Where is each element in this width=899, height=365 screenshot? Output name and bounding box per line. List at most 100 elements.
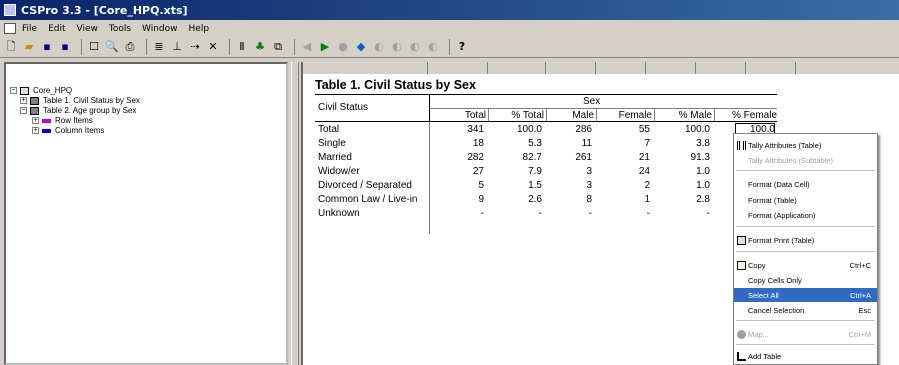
menu-add-table[interactable]: Add Table — [734, 349, 877, 363]
menu-format-table[interactable]: Format (Table) — [734, 193, 877, 207]
new-icon[interactable]: 🗋 — [4, 40, 18, 54]
data-cell[interactable]: - — [546, 208, 592, 219]
view-icon[interactable]: ☐ — [87, 40, 101, 54]
col-header-pct-male: % Male — [678, 110, 712, 121]
data-cell[interactable]: 2.6 — [488, 194, 542, 205]
data-cell[interactable]: 1.0 — [654, 166, 710, 177]
menu-view[interactable]: View — [77, 24, 98, 34]
forward-icon[interactable]: ▶ — [318, 40, 332, 54]
add-table-label: Add Table — [748, 351, 782, 361]
delete-icon[interactable]: ✕ — [206, 40, 220, 54]
chart3-icon[interactable]: ◐ — [408, 40, 422, 54]
data-cell[interactable]: 100.0 — [488, 124, 542, 135]
data-cell[interactable]: - — [429, 208, 484, 219]
menu-window[interactable]: Window — [142, 24, 178, 34]
collapse-icon[interactable]: − — [10, 87, 17, 94]
menu-format-application[interactable]: Format (Application) — [734, 208, 877, 222]
data-cell[interactable]: 8 — [546, 194, 592, 205]
data-cell[interactable]: 261 — [546, 152, 592, 163]
pane-splitter[interactable] — [291, 62, 299, 365]
menu-file[interactable]: File — [22, 24, 37, 34]
data-cell[interactable]: - — [488, 208, 542, 219]
context-menu: Tally Attributes (Table) Tally Attribute… — [733, 133, 878, 365]
map-label: Map... — [748, 329, 769, 339]
col-header-total: Total — [464, 110, 486, 121]
data-cell[interactable]: - — [654, 208, 710, 219]
data-cell[interactable]: 3 — [546, 166, 592, 177]
save-all-icon[interactable]: ▪ — [58, 40, 72, 54]
menu-copy-cells-only[interactable]: Copy Cells Only — [734, 273, 877, 287]
copy-icon[interactable]: ⧉ — [271, 40, 285, 54]
data-cell[interactable]: 100.0 — [654, 124, 710, 135]
back-icon[interactable]: ◀ — [300, 40, 314, 54]
chart1-icon[interactable]: ◐ — [372, 40, 386, 54]
data-cell[interactable]: 21 — [596, 152, 650, 163]
data-cell[interactable]: 1 — [596, 194, 650, 205]
cancel-selection-label: Cancel Selection — [748, 305, 805, 315]
data-cell[interactable]: 341 — [429, 124, 484, 135]
tally-icon[interactable]: Ⅱ — [235, 40, 249, 54]
menu-help[interactable]: Help — [189, 24, 210, 34]
row-label[interactable]: Unknown — [318, 208, 360, 219]
collapse-icon[interactable]: − — [20, 107, 27, 114]
document-icon[interactable] — [4, 23, 16, 34]
menu-format-data-cell[interactable]: Format (Data Cell) — [734, 177, 877, 191]
chart4-icon[interactable]: ◐ — [426, 40, 440, 54]
chart2-icon[interactable]: ◐ — [390, 40, 404, 54]
data-cell[interactable]: 82.7 — [488, 152, 542, 163]
menu-edit[interactable]: Edit — [48, 24, 65, 34]
data-cell[interactable]: 286 — [546, 124, 592, 135]
data-cell[interactable]: 9 — [429, 194, 484, 205]
row-label[interactable]: Common Law / Live-in — [318, 194, 417, 205]
data-cell[interactable]: 1.5 — [488, 180, 542, 191]
data-cell[interactable]: 11 — [546, 138, 592, 149]
data-cell[interactable]: 5 — [429, 180, 484, 191]
menu-format-print-table[interactable]: Format Print (Table) — [734, 233, 877, 247]
toolbar-separator — [449, 39, 450, 55]
row-label[interactable]: Total — [318, 124, 339, 135]
tally-icon — [737, 140, 746, 150]
add-table-icon[interactable]: ⊥ — [170, 40, 184, 54]
row-label[interactable]: Single — [318, 138, 346, 149]
help-icon[interactable]: ? — [455, 40, 469, 54]
tree-icon[interactable]: ≣ — [152, 40, 166, 54]
data-cell[interactable]: 5.3 — [488, 138, 542, 149]
data-cell[interactable]: 1.0 — [654, 180, 710, 191]
menu-select-all[interactable]: Select All Ctrl+A — [734, 288, 877, 302]
print-preview-icon[interactable]: 🔍 — [105, 40, 119, 54]
data-cell[interactable]: 3.8 — [654, 138, 710, 149]
print-icon[interactable]: ⎙ — [123, 40, 137, 54]
data-cell[interactable]: 3 — [546, 180, 592, 191]
menu-tools[interactable]: Tools — [109, 24, 131, 34]
data-cell[interactable]: 2 — [596, 180, 650, 191]
data-cell[interactable]: 2.8 — [654, 194, 710, 205]
map-icon[interactable]: ◆ — [354, 40, 368, 54]
tree-pane[interactable]: − Core_HPQ + Table 1. Civil Status by Se… — [4, 62, 288, 365]
row-label[interactable]: Divorced / Separated — [318, 180, 412, 191]
table-title[interactable]: Table 1. Civil Status by Sex — [315, 78, 476, 92]
expand-icon[interactable]: + — [20, 97, 27, 104]
expand-icon[interactable]: + — [32, 117, 39, 124]
data-cell[interactable]: 7 — [596, 138, 650, 149]
data-cell[interactable]: 24 — [596, 166, 650, 177]
tree-item-column-items[interactable]: + Column Items — [32, 125, 104, 136]
open-icon[interactable]: ▰ — [22, 40, 36, 54]
expand-icon[interactable]: + — [32, 127, 39, 134]
row-label[interactable]: Married — [318, 152, 352, 163]
save-icon[interactable]: ▪ — [40, 40, 54, 54]
run-icon[interactable]: ⇢ — [188, 40, 202, 54]
menu-tally-attributes-table[interactable]: Tally Attributes (Table) — [734, 138, 877, 152]
stop-icon[interactable]: ● — [336, 40, 350, 54]
data-cell[interactable]: 27 — [429, 166, 484, 177]
row-label[interactable]: Widow/er — [318, 166, 360, 177]
data-cell[interactable]: 282 — [429, 152, 484, 163]
data-cell[interactable]: 18 — [429, 138, 484, 149]
data-cell[interactable]: - — [596, 208, 650, 219]
menu-cancel-selection[interactable]: Cancel Selection Esc — [734, 303, 877, 317]
data-cell[interactable]: 91.3 — [654, 152, 710, 163]
tree-table2-label: Table 2. Age group by Sex — [43, 106, 137, 115]
menu-copy[interactable]: Copy Ctrl+C — [734, 258, 877, 272]
data-cell[interactable]: 7.9 — [488, 166, 542, 177]
data-cell[interactable]: 55 — [596, 124, 650, 135]
area-icon[interactable]: ♣ — [253, 40, 267, 54]
